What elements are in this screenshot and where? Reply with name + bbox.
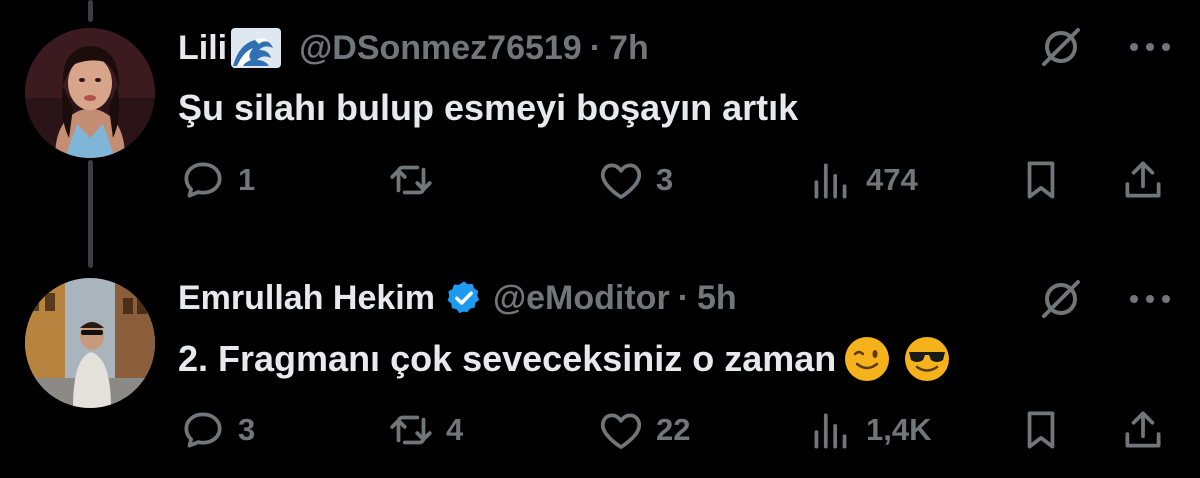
like-icon <box>600 413 642 449</box>
grok-icon[interactable] <box>1038 276 1084 322</box>
share-icon <box>1125 161 1161 198</box>
more-icon[interactable] <box>1130 41 1170 53</box>
bookmark-icon <box>1027 411 1055 449</box>
retweet-count: 4 <box>446 412 464 447</box>
like-count: 3 <box>656 162 674 197</box>
share-icon <box>1125 411 1161 448</box>
tweet-2[interactable]: Emrullah Hekim @eModitor · 5h 2. Fragman… <box>0 240 1200 478</box>
tweet-header: Lili @DSonmez76519 · 7h <box>178 26 649 70</box>
reply-icon <box>184 162 222 198</box>
separator-dot: · <box>677 279 690 317</box>
user-handle[interactable]: @eModitor <box>493 278 670 318</box>
bookmark-button[interactable] <box>1016 155 1066 205</box>
views-count: 474 <box>866 162 918 197</box>
reply-count: 3 <box>238 412 256 447</box>
smiling-face-with-sunglasses-emoji <box>905 337 950 381</box>
share-button[interactable] <box>1118 405 1168 455</box>
views-button[interactable]: 1,4K <box>806 405 931 455</box>
tweet-text: Şu silahı bulup esmeyi boşayın artık <box>178 87 799 128</box>
reply-button[interactable]: 3 <box>178 405 255 455</box>
tweet-top-icons <box>1038 276 1170 322</box>
views-icon <box>814 163 847 199</box>
reply-count: 1 <box>238 162 256 197</box>
bookmark-icon <box>1027 161 1055 199</box>
user-handle[interactable]: @DSonmez76519 <box>299 28 582 68</box>
views-count: 1,4K <box>866 412 932 447</box>
like-icon <box>600 163 642 199</box>
tweet-top-icons <box>1038 24 1170 70</box>
retweet-button[interactable]: 4 <box>386 405 463 455</box>
tweet-text: 2. Fragmanı çok seveceksiniz o zaman <box>178 338 837 379</box>
timestamp[interactable]: 7h <box>609 28 649 68</box>
timestamp[interactable]: 5h <box>697 278 737 318</box>
like-button[interactable]: 22 <box>596 405 690 455</box>
reply-button[interactable]: 1 <box>178 155 255 205</box>
reply-icon <box>184 412 222 448</box>
views-button[interactable]: 474 <box>806 155 918 205</box>
tweet-1[interactable]: Lili @DSonmez76519 · 7h Şu silahı bulup … <box>0 0 1200 240</box>
tweet-header: Emrullah Hekim @eModitor · 5h <box>178 278 737 318</box>
retweet-icon <box>390 165 432 195</box>
verified-badge-icon <box>447 281 480 314</box>
share-button[interactable] <box>1118 155 1168 205</box>
bookmark-button[interactable] <box>1016 405 1066 455</box>
separator-dot: · <box>589 29 602 67</box>
like-count: 22 <box>656 412 691 447</box>
avatar[interactable] <box>25 28 155 158</box>
action-bar: 3 4 22 1,4K <box>178 405 1168 455</box>
views-icon <box>814 413 847 449</box>
display-name[interactable]: Emrullah Hekim <box>178 278 435 318</box>
grok-icon[interactable] <box>1038 24 1084 70</box>
retweet-icon <box>390 415 432 445</box>
winking-face-emoji <box>845 337 890 381</box>
more-icon[interactable] <box>1130 293 1170 305</box>
display-name[interactable]: Lili <box>178 28 227 68</box>
action-bar: 1 3 474 <box>178 155 1168 205</box>
like-button[interactable]: 3 <box>596 155 673 205</box>
water-wave-emoji <box>231 28 282 68</box>
tweet-text-row: 2. Fragmanı çok seveceksiniz o zaman <box>178 334 952 384</box>
retweet-button[interactable] <box>386 155 446 205</box>
avatar[interactable] <box>25 278 155 408</box>
